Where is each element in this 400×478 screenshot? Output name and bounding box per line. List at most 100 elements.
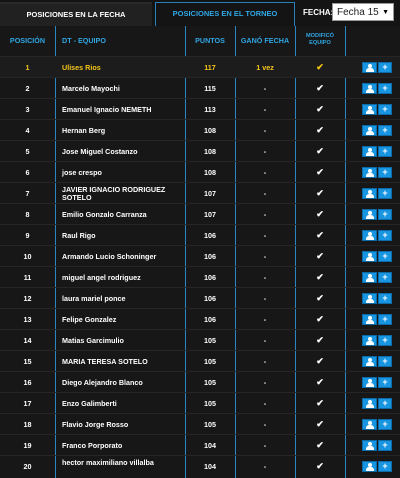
row-points: 105 — [204, 420, 216, 429]
row-gano-fecha: - — [263, 420, 267, 429]
view-team-button[interactable] — [362, 62, 377, 73]
view-team-button[interactable] — [362, 251, 377, 262]
check-icon: ✔ — [316, 293, 324, 303]
user-icon-body — [366, 467, 374, 471]
plus-button[interactable]: + — [378, 230, 392, 241]
plus-button[interactable]: + — [378, 461, 392, 472]
tab-posiciones-torneo[interactable]: POSICIONES EN EL TORNEO — [155, 2, 295, 26]
row-gano-fecha: - — [263, 105, 267, 114]
plus-button[interactable]: + — [378, 146, 392, 157]
chevron-down-icon: ▼ — [382, 9, 389, 16]
view-team-button[interactable] — [362, 461, 377, 472]
row-gano-fecha: - — [263, 126, 267, 135]
view-team-button[interactable] — [362, 125, 377, 136]
plus-button[interactable]: + — [378, 62, 392, 73]
row-team-name: Armando Lucio Schoninger — [62, 252, 157, 261]
plus-button[interactable]: + — [378, 125, 392, 136]
user-icon-body — [366, 194, 374, 198]
plus-button[interactable]: + — [378, 440, 392, 451]
view-team-button[interactable] — [362, 272, 377, 283]
plus-button[interactable]: + — [378, 272, 392, 283]
check-icon: ✔ — [316, 167, 324, 177]
plus-button[interactable]: + — [378, 335, 392, 346]
tab-posiciones-fecha[interactable]: POSICIONES EN LA FECHA — [0, 2, 152, 26]
view-team-button[interactable] — [362, 83, 377, 94]
plus-button[interactable]: + — [378, 377, 392, 388]
user-icon-body — [366, 215, 374, 219]
user-icon-body — [366, 446, 374, 450]
row-team-name: jose crespo — [62, 168, 102, 177]
table-row: 17 Enzo Galimberti 105 - ✔ + — [0, 392, 400, 414]
check-icon: ✔ — [316, 377, 324, 387]
plus-button[interactable]: + — [378, 209, 392, 220]
row-gano-fecha: - — [263, 252, 267, 261]
plus-button[interactable]: + — [378, 167, 392, 178]
row-points: 107 — [204, 189, 216, 198]
row-actions: + — [362, 104, 392, 115]
table-row: 11 miguel angel rodriguez 106 - ✔ + — [0, 266, 400, 288]
row-points: 106 — [204, 273, 216, 282]
row-team-name: Marcelo Mayochi — [62, 84, 120, 93]
view-team-button[interactable] — [362, 293, 377, 304]
row-team-name: Jose Miguel Costanzo — [62, 147, 138, 156]
row-gano-fecha: - — [263, 441, 267, 450]
row-gano-fecha: - — [263, 147, 267, 156]
user-icon-body — [366, 236, 374, 240]
table-row: 5 Jose Miguel Costanzo 108 - ✔ + — [0, 140, 400, 162]
plus-button[interactable]: + — [378, 356, 392, 367]
fecha-select[interactable]: Fecha 15 ▼ — [332, 3, 394, 21]
row-points: 105 — [204, 357, 216, 366]
view-team-button[interactable] — [362, 230, 377, 241]
plus-button[interactable]: + — [378, 251, 392, 262]
user-icon-body — [366, 173, 374, 177]
row-position: 8 — [25, 210, 30, 219]
view-team-button[interactable] — [362, 314, 377, 325]
row-team-name: JAVIER IGNACIO RODRIGUEZ SOTELO — [62, 185, 166, 202]
view-team-button[interactable] — [362, 377, 377, 388]
plus-button[interactable]: + — [378, 104, 392, 115]
view-team-button[interactable] — [362, 419, 377, 430]
view-team-button[interactable] — [362, 209, 377, 220]
view-team-button[interactable] — [362, 167, 377, 178]
view-team-button[interactable] — [362, 356, 377, 367]
view-team-button[interactable] — [362, 188, 377, 199]
row-points: 106 — [204, 231, 216, 240]
table-row: 15 MARIA TERESA SOTELO 105 - ✔ + — [0, 350, 400, 372]
row-team-name: Emilio Gonzalo Carranza — [62, 210, 147, 219]
plus-button[interactable]: + — [378, 419, 392, 430]
user-icon-body — [366, 299, 374, 303]
row-gano-fecha: - — [263, 357, 267, 366]
row-position: 10 — [23, 252, 32, 261]
view-team-button[interactable] — [362, 398, 377, 409]
row-position: 12 — [23, 294, 32, 303]
row-points: 108 — [204, 126, 216, 135]
user-icon-body — [366, 341, 374, 345]
view-team-button[interactable] — [362, 440, 377, 451]
row-gano-fecha: - — [263, 462, 267, 471]
header-puntos: PUNTOS — [195, 36, 225, 45]
plus-button[interactable]: + — [378, 314, 392, 325]
table-row: 6 jose crespo 108 - ✔ + — [0, 161, 400, 183]
row-actions: + — [362, 440, 392, 451]
plus-button[interactable]: + — [378, 293, 392, 304]
row-actions: + — [362, 419, 392, 430]
plus-button[interactable]: + — [378, 188, 392, 199]
view-team-button[interactable] — [362, 146, 377, 157]
check-icon: ✔ — [316, 209, 324, 219]
row-team-name: Ulises Rios — [62, 63, 101, 72]
plus-button[interactable]: + — [378, 83, 392, 94]
row-actions: + — [362, 188, 392, 199]
plus-button[interactable]: + — [378, 398, 392, 409]
check-icon: ✔ — [316, 314, 324, 324]
row-gano-fecha: - — [263, 231, 267, 240]
row-gano-fecha: - — [263, 399, 267, 408]
row-points: 108 — [204, 168, 216, 177]
view-team-button[interactable] — [362, 104, 377, 115]
row-points: 108 — [204, 147, 216, 156]
header-posicion: POSICIÓN — [9, 36, 46, 45]
check-icon: ✔ — [316, 104, 324, 114]
row-gano-fecha: - — [263, 336, 267, 345]
view-team-button[interactable] — [362, 335, 377, 346]
row-position: 3 — [25, 105, 30, 114]
row-position: 2 — [25, 84, 30, 93]
